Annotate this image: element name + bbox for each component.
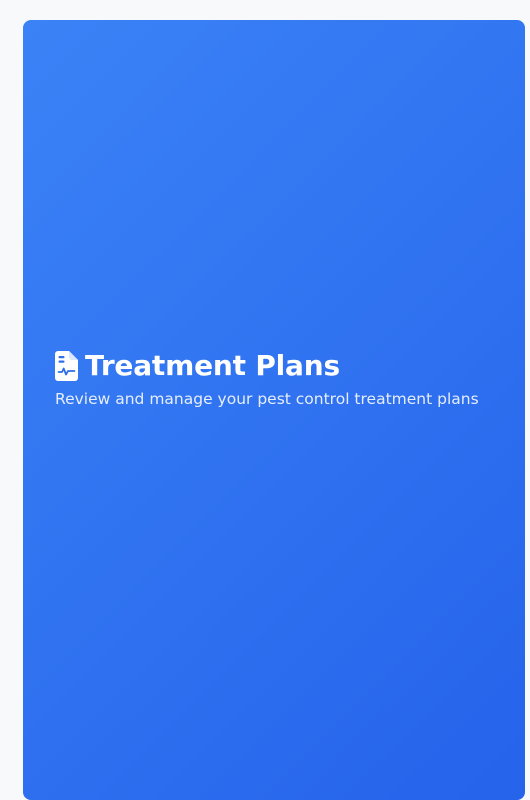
page-header: Treatment Plans Review and manage your p… — [55, 349, 509, 409]
page-subtitle: Review and manage your pest control trea… — [55, 390, 479, 408]
page-header-card: Treatment Plans Review and manage your p… — [23, 20, 525, 800]
title-row: Treatment Plans — [55, 349, 509, 383]
page-title: Treatment Plans — [85, 349, 340, 382]
file-medical-icon — [55, 351, 78, 381]
